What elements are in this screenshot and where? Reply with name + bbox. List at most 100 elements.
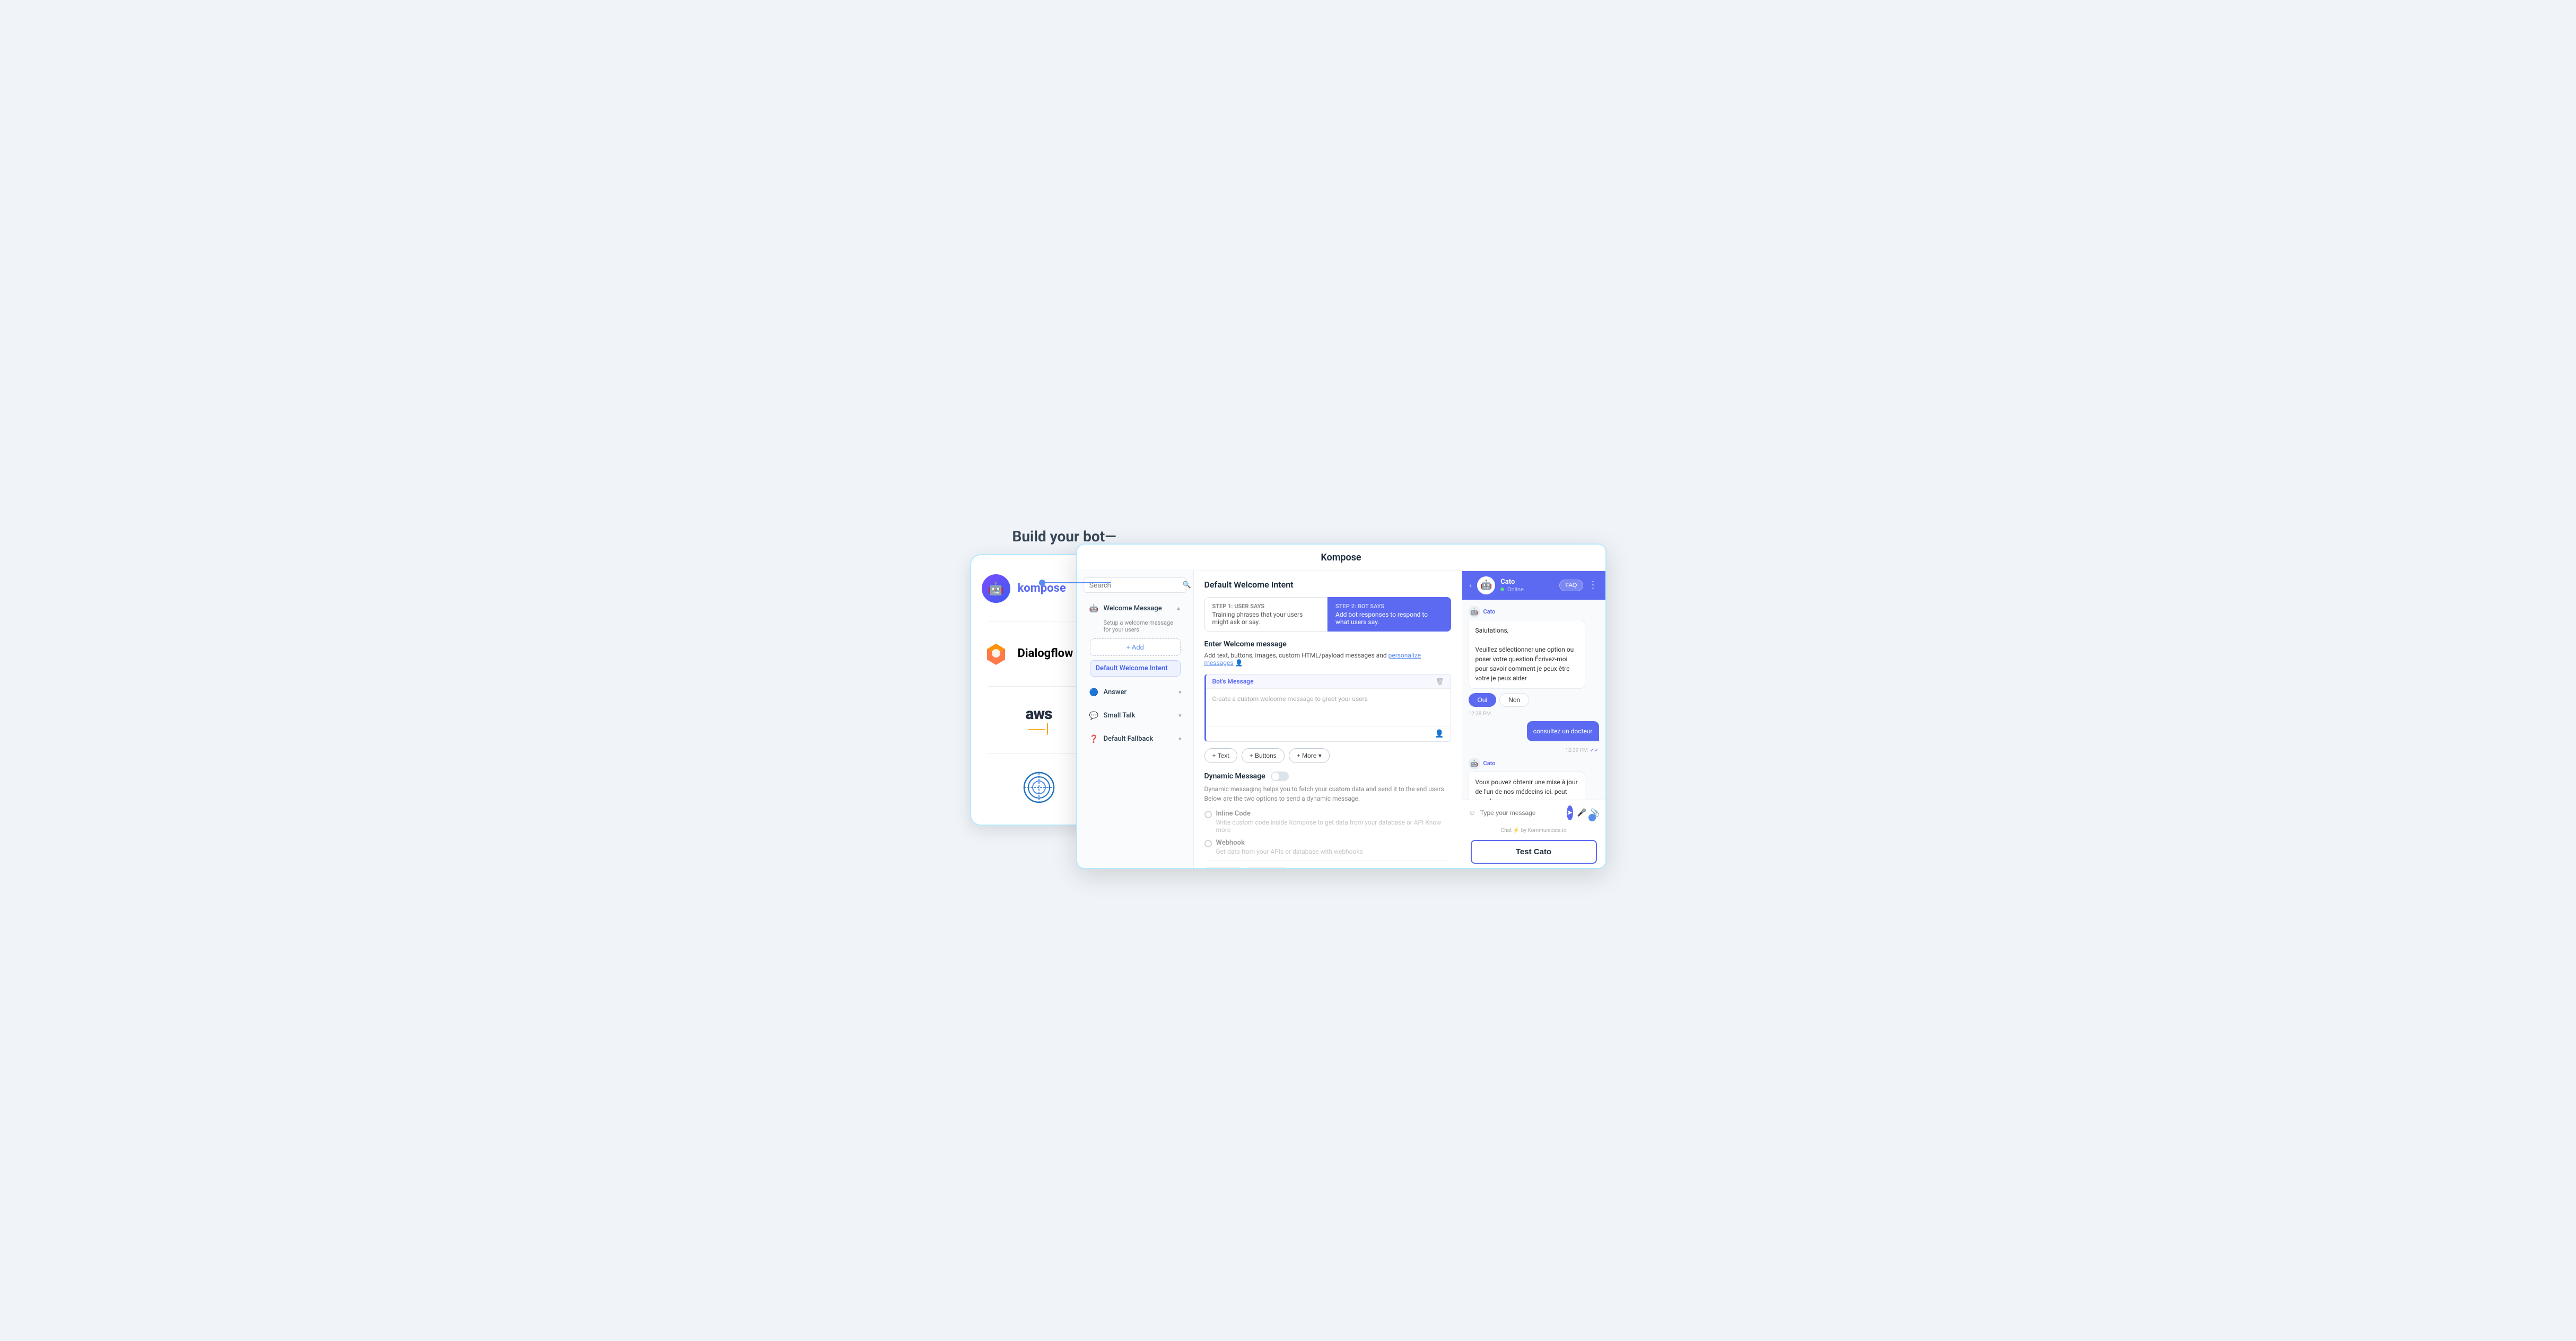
sidebar-item-desc: Setup a welcome message for your users: [1084, 618, 1187, 636]
chevron-down-icon: ▾: [1178, 712, 1182, 719]
read-icon: ✓✓: [1590, 748, 1599, 753]
step1-label: Step 1: User says: [1212, 603, 1320, 610]
test-cato-button[interactable]: Test Cato: [1471, 840, 1597, 864]
sidebar-item-welcome-message[interactable]: 🤖 Welcome Message ▲: [1084, 599, 1187, 618]
emoji-icon: ☺: [1469, 808, 1476, 817]
dialogflow-icon: [984, 642, 1008, 666]
add-button[interactable]: + Add: [1090, 638, 1181, 656]
inline-code-label: Inline Code: [1216, 810, 1451, 818]
sidebar-item-small-talk[interactable]: 💬 Small Talk ▾: [1084, 706, 1187, 725]
sidebar-section-fallback: ❓ Default Fallback ▾: [1077, 730, 1193, 753]
add-buttons-button[interactable]: + Buttons: [1242, 748, 1285, 763]
aws-logo-wrap: aws ⎯⎯⎯⎮: [1025, 705, 1052, 735]
small-talk-icon: 💬: [1089, 711, 1099, 721]
choice-oui-button[interactable]: Oui: [1469, 693, 1497, 707]
chevron-down-icon: ▾: [1178, 689, 1182, 696]
mic-icon: 🎤: [1577, 809, 1586, 817]
enter-message-desc: Add text, buttons, images, custom HTML/p…: [1204, 652, 1451, 667]
chevron-down-icon: ▾: [1178, 735, 1182, 742]
user-message-wrap: consultez un docteur: [1469, 721, 1599, 746]
send-button[interactable]: ➤: [1567, 805, 1573, 820]
bots-message-placeholder: Create a custom welcome message to greet…: [1212, 694, 1444, 704]
headline: Build your bot—: [1012, 528, 1116, 545]
inline-code-option[interactable]: Inline Code Write custom code inside Kom…: [1204, 810, 1451, 834]
sidebar-item-default-fallback[interactable]: ❓ Default Fallback ▾: [1084, 730, 1187, 749]
chat-choices-row: Oui Non: [1469, 693, 1599, 707]
step2-box[interactable]: Step 2: Bot Says Add bot responses to re…: [1328, 597, 1451, 632]
add-action-row: + Text + Buttons + More ▾: [1204, 748, 1451, 763]
chat-time-user: 12:39 PM ✓✓: [1469, 748, 1599, 753]
message-block-footer: 👤: [1206, 726, 1451, 741]
message-block-body[interactable]: Create a custom welcome message to greet…: [1206, 689, 1451, 726]
bots-message-title: Bot's Message: [1212, 678, 1254, 685]
chat-back-button[interactable]: ‹: [1470, 580, 1472, 590]
bot-name-label: Cato: [1483, 608, 1496, 615]
page-wrapper: Build your bot— 🤖 kompose Dialogflow: [970, 512, 1606, 830]
main-window: Kompose 🔍 🤖 Welcome Message ▲: [1076, 544, 1606, 869]
dynamic-message-toggle[interactable]: [1271, 772, 1289, 781]
chat-input[interactable]: [1480, 809, 1562, 817]
step2-desc: Add bot responses to respond to what use…: [1335, 611, 1443, 626]
window-body: 🔍 🤖 Welcome Message ▲ Setup a welcome me…: [1077, 571, 1605, 868]
discard-button[interactable]: Discard: [1246, 867, 1288, 868]
divider: [988, 686, 1090, 687]
sidebar-item-default-intent[interactable]: Default Welcome Intent: [1090, 660, 1181, 677]
add-text-button[interactable]: + Text: [1204, 748, 1237, 763]
kompose-logo-icon: 🤖: [982, 574, 1010, 603]
sidebar-item-answer[interactable]: 🔵 Answer ▾: [1084, 683, 1187, 702]
step1-box[interactable]: Step 1: User says Training phrases that …: [1204, 597, 1328, 632]
dynamic-message-title: Dynamic Message: [1204, 772, 1451, 781]
chat-header: ‹ 🤖 Cato Online FAQ ⋮: [1462, 571, 1605, 600]
chat-msg-bubble: Salutations,Veuillez sélectionner une op…: [1469, 620, 1585, 689]
webhook-option[interactable]: Webhook Get data from your APIs or datab…: [1204, 839, 1451, 855]
sidebar-item-label: Answer: [1104, 688, 1127, 696]
chat-msg-bubble-2: Vous pouvez obtenir une mise à jour de l…: [1469, 772, 1585, 800]
kompose-emoji: 🤖: [988, 581, 1004, 596]
window-title: Kompose: [1321, 552, 1361, 563]
webhook-desc: Get data from your APIs or database with…: [1216, 848, 1363, 855]
choice-non-button[interactable]: Non: [1499, 693, 1529, 707]
bottom-connector-dot: [1588, 814, 1596, 821]
faq-button[interactable]: FAQ: [1559, 580, 1583, 591]
sidebar-section-smalltalk: 💬 Small Talk ▾: [1077, 706, 1193, 730]
dialogflow-label: Dialogflow: [1018, 647, 1073, 660]
answer-icon: 🔵: [1089, 687, 1099, 698]
add-more-button[interactable]: + More ▾: [1289, 748, 1330, 763]
chat-time: 12:38 PM: [1469, 711, 1599, 717]
icon-person: 👤: [1235, 659, 1243, 667]
chat-messages: 🤖 Cato Salutations,Veuillez sélectionner…: [1462, 600, 1605, 800]
webhook-radio[interactable]: [1204, 840, 1212, 847]
aws-arrow: ⎯⎯⎯⎮: [1025, 723, 1052, 735]
user-msg-bubble: consultez un docteur: [1527, 721, 1599, 741]
delete-message-icon[interactable]: 🗑: [1436, 678, 1444, 685]
delete-button[interactable]: Delete: [1204, 867, 1243, 868]
chat-input-row: ☺ ➤ 🎤 📎: [1462, 800, 1605, 826]
steps-row: Step 1: User says Training phrases that …: [1204, 597, 1451, 632]
send-icon: ➤: [1567, 809, 1573, 817]
enter-message-title: Enter Welcome message: [1204, 640, 1451, 648]
welcome-message-icon: 🤖: [1089, 603, 1099, 614]
chevron-up-icon: ▲: [1176, 605, 1182, 612]
chat-sender-label-2: 🤖 Cato: [1469, 758, 1599, 769]
search-bar[interactable]: 🔍: [1084, 577, 1187, 593]
bot-name-label-2: Cato: [1483, 760, 1496, 767]
sidebar-section-welcome: 🤖 Welcome Message ▲ Setup a welcome mess…: [1077, 599, 1193, 683]
bot-avatar-small: 🤖: [1469, 606, 1480, 618]
sidebar: 🔍 🤖 Welcome Message ▲ Setup a welcome me…: [1077, 571, 1194, 868]
bots-message-block: Bot's Message 🗑 Create a custom welcome …: [1204, 674, 1451, 742]
chat-avatar: 🤖: [1477, 576, 1495, 594]
chat-agent-name: Cato: [1500, 578, 1554, 586]
sidebar-item-label: Default Fallback: [1104, 735, 1154, 743]
chat-more-button[interactable]: ⋮: [1588, 580, 1598, 591]
connector-dot: [1039, 580, 1045, 586]
chat-window: ‹ 🤖 Cato Online FAQ ⋮ 🤖: [1462, 571, 1605, 868]
sidebar-section-answer: 🔵 Answer ▾: [1077, 683, 1193, 706]
chat-agent-status: Online: [1500, 586, 1554, 593]
sidebar-item-label: Welcome Message: [1104, 604, 1162, 612]
status-dot: [1500, 588, 1504, 591]
sidebar-item-label: Small Talk: [1104, 712, 1136, 720]
bot-avatar-small-2: 🤖: [1469, 758, 1480, 769]
step2-label: Step 2: Bot Says: [1335, 603, 1443, 610]
inline-code-radio[interactable]: [1204, 811, 1212, 818]
dynamic-message-desc: Dynamic messaging helps you to fetch you…: [1204, 784, 1451, 803]
